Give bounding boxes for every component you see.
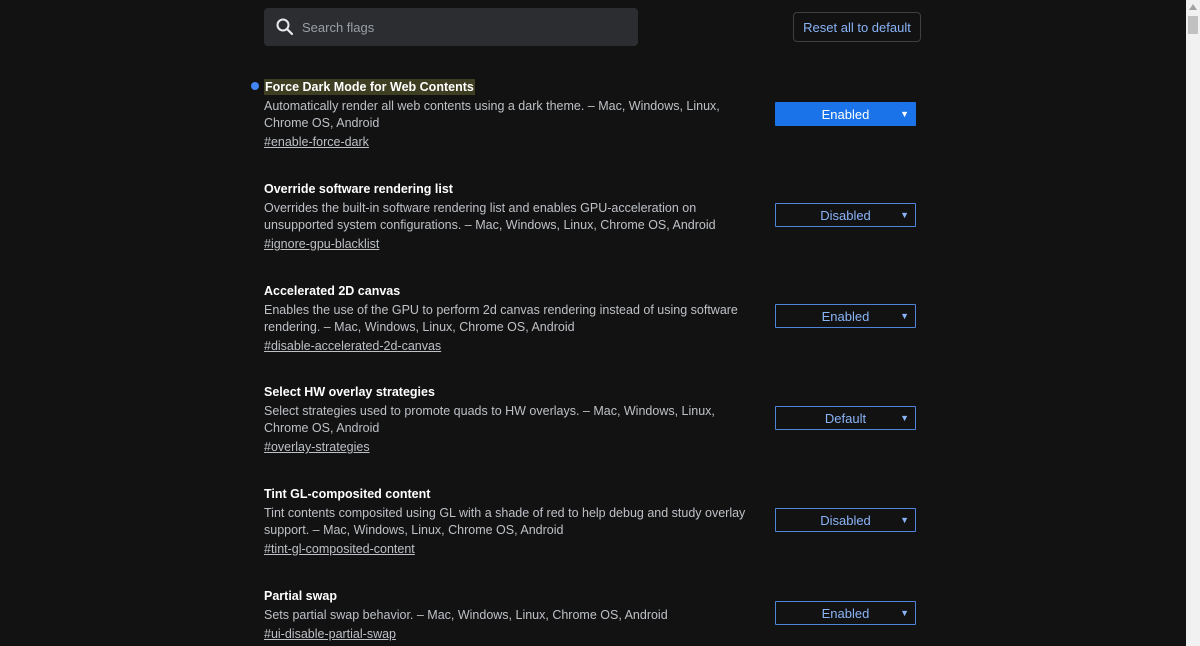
experiment-description: Tint contents composited using GL with a…	[264, 506, 746, 537]
select-value: Default	[824, 410, 867, 426]
experiment-select[interactable]: Disabled ▼	[775, 508, 916, 532]
vertical-scrollbar[interactable]	[1186, 0, 1200, 646]
chevron-down-icon: ▼	[900, 608, 909, 618]
chevron-down-icon: ▼	[900, 210, 909, 220]
modified-indicator	[251, 82, 259, 90]
select-value: Disabled	[820, 207, 871, 223]
experiment-link[interactable]: #disable-accelerated-2d-canvas	[264, 338, 441, 355]
experiment-title: Accelerated 2D canvas	[264, 284, 401, 298]
experiment-select[interactable]: Enabled ▼	[775, 304, 916, 328]
experiment-link[interactable]: #ui-disable-partial-swap	[264, 626, 396, 643]
experiment-description: Automatically render all web contents us…	[264, 99, 720, 130]
experiment-title: Force Dark Mode for Web Contents	[264, 79, 475, 95]
chevron-down-icon: ▼	[900, 109, 909, 119]
experiment-tint-gl-composited-content: Tint GL-composited content Tint contents…	[264, 485, 924, 558]
scrollbar-thumb[interactable]	[1188, 16, 1198, 34]
experiment-ignore-gpu-blacklist: Override software rendering list Overrid…	[264, 180, 924, 253]
experiment-link[interactable]: #overlay-strategies	[264, 439, 370, 456]
experiment-select[interactable]: Disabled ▼	[775, 203, 916, 227]
experiment-description: Sets partial swap behavior. – Mac, Windo…	[264, 608, 668, 622]
select-value: Enabled	[821, 106, 870, 122]
experiment-force-dark: Force Dark Mode for Web Contents Automat…	[251, 78, 924, 151]
experiment-select[interactable]: Enabled ▼	[775, 601, 916, 625]
experiment-title: Tint GL-composited content	[264, 487, 431, 501]
search-input[interactable]	[300, 18, 624, 36]
flags-page: Reset all to default Force Dark Mode for…	[0, 0, 1200, 646]
experiment-accelerated-2d-canvas: Accelerated 2D canvas Enables the use of…	[264, 282, 924, 355]
search-icon	[275, 17, 295, 37]
select-value: Enabled	[821, 605, 870, 621]
experiment-link[interactable]: #tint-gl-composited-content	[264, 541, 415, 558]
select-value: Enabled	[821, 308, 870, 324]
experiment-link[interactable]: #enable-force-dark	[264, 134, 369, 151]
experiment-link[interactable]: #ignore-gpu-blacklist	[264, 236, 379, 253]
chevron-down-icon: ▼	[900, 515, 909, 525]
select-value: Disabled	[820, 512, 871, 528]
experiment-title: Select HW overlay strategies	[264, 385, 435, 399]
experiment-description: Select strategies used to promote quads …	[264, 404, 715, 435]
reset-all-button[interactable]: Reset all to default	[793, 12, 921, 42]
experiment-title: Override software rendering list	[264, 182, 453, 196]
experiment-partial-swap: Partial swap Sets partial swap behavior.…	[264, 587, 924, 643]
chevron-down-icon: ▼	[900, 413, 909, 423]
experiment-description: Overrides the built-in software renderin…	[264, 201, 716, 232]
experiment-overlay-strategies: Select HW overlay strategies Select stra…	[264, 383, 924, 456]
experiment-select[interactable]: Default ▼	[775, 406, 916, 430]
chevron-down-icon: ▼	[900, 311, 909, 321]
experiment-select[interactable]: Enabled ▼	[775, 102, 916, 126]
experiment-description: Enables the use of the GPU to perform 2d…	[264, 303, 738, 334]
search-box[interactable]	[264, 8, 638, 46]
scroll-up-arrow-icon[interactable]	[1186, 0, 1200, 14]
experiment-title: Partial swap	[264, 589, 337, 603]
